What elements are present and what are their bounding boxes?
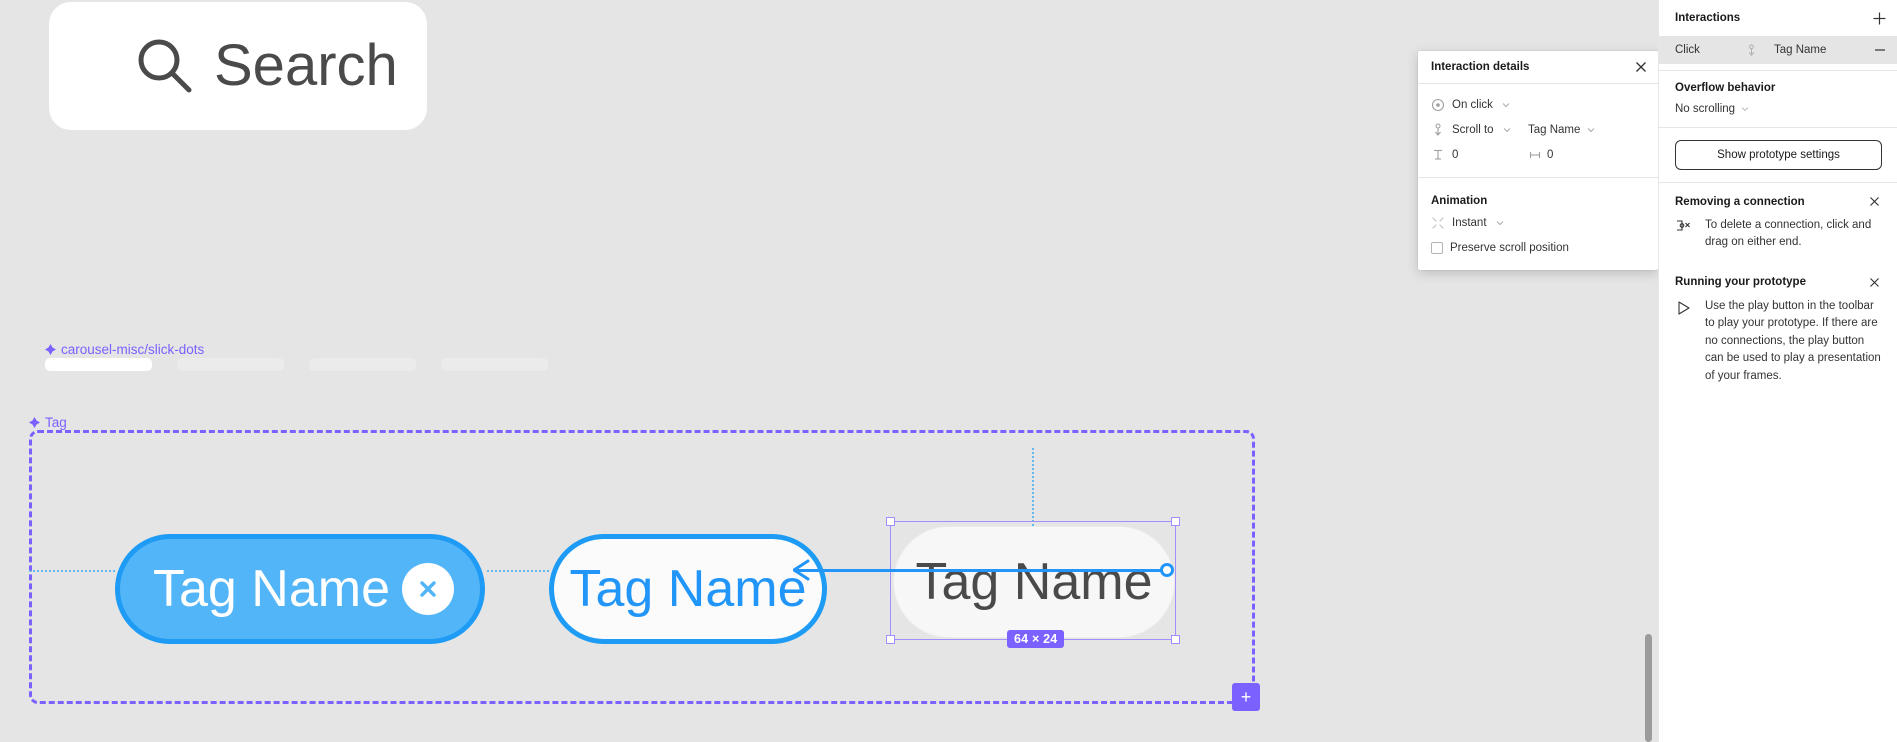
tip-removing-a-connection: Removing a connection To delete a connec… [1659,183,1897,256]
slick-dot-3[interactable] [309,358,416,371]
tip-title: Running your prototype [1675,276,1806,289]
minus-icon[interactable] [1873,43,1887,57]
interaction-details-animation-section: Animation Instant Preserve scroll positi… [1418,178,1658,270]
alignment-guide [29,570,115,572]
preserve-scroll-label: Preserve scroll position [1450,241,1569,254]
chevron-down-icon[interactable] [1502,101,1510,109]
interactions-header: Interactions [1659,0,1897,36]
resize-handle-bottom-right[interactable] [1171,635,1180,644]
interaction-target-label: Tag Name [1774,44,1827,56]
play-icon [1678,301,1690,315]
resize-handle-top-right[interactable] [1171,517,1180,526]
interactions-title: Interactions [1675,12,1741,24]
overflow-behavior-block: Overflow behavior No scrolling [1659,71,1897,128]
close-icon[interactable] [1633,59,1649,75]
search-icon [138,39,192,93]
chevron-down-icon[interactable] [1496,219,1504,227]
component-diamond-icon [45,344,56,355]
horizontal-offset-icon [1529,151,1541,158]
animation-row[interactable]: Instant [1418,210,1658,235]
slick-dot-1[interactable] [45,358,152,371]
search-label: Search [214,33,398,98]
tip-header: Removing a connection [1675,195,1881,208]
preserve-scroll-row[interactable]: Preserve scroll position [1418,235,1658,260]
chevron-down-icon[interactable] [1503,126,1511,134]
action-value: Scroll to [1452,123,1494,136]
trigger-value: On click [1452,98,1493,111]
vertical-offset-value[interactable]: 0 [1452,149,1458,161]
close-icon[interactable] [402,563,454,615]
slick-dots[interactable] [45,358,548,371]
connection-delete-icon [1677,220,1690,231]
animation-icon [1432,216,1444,229]
app-root: Search carousel-misc/slick-dots Tag + Ta… [0,0,1897,742]
trigger-row[interactable]: On click [1418,92,1658,117]
alignment-guide [487,570,549,572]
preserve-scroll-checkbox[interactable] [1431,241,1443,254]
alignment-guide-vertical [1032,448,1034,526]
canvas-vertical-scrollbar[interactable] [1645,634,1652,742]
slick-dot-4[interactable] [441,358,548,371]
tip-title: Removing a connection [1675,195,1805,208]
tip-text: To delete a connection, click and drag o… [1705,219,1872,249]
selection-bounds [886,517,1180,644]
tip-body: Use the play button in the toolbar to pl… [1675,298,1881,385]
design-canvas[interactable]: Search carousel-misc/slick-dots Tag + Ta… [0,0,1658,742]
interaction-trigger-label: Click [1675,44,1700,56]
interaction-details-title: Interaction details [1431,61,1530,73]
tag-label: Tag Name [153,560,390,618]
scroll-to-icon [1748,43,1755,56]
add-variant-button[interactable]: + [1232,683,1260,711]
animation-heading: Animation [1431,195,1488,207]
component-diamond-icon [29,417,40,428]
scroll-to-icon [1435,122,1441,136]
tip-text: Use the play button in the toolbar to pl… [1705,299,1881,382]
resize-handle-top-left[interactable] [886,517,895,526]
horizontal-offset[interactable]: 0 [1528,148,1553,162]
action-row[interactable]: Scroll to Tag Name [1418,117,1658,142]
interaction-details-header: Interaction details [1418,51,1658,84]
tag-label: Tag Name [569,560,807,618]
action-target[interactable]: Tag Name [1528,124,1595,136]
tag-pill-outline[interactable]: Tag Name [549,534,827,644]
chevron-down-icon[interactable] [1587,126,1595,134]
search-component[interactable]: Search [49,2,427,130]
show-prototype-settings-button[interactable]: Show prototype settings [1675,140,1882,170]
right-sidebar: Interactions Click Tag Name Overflow beh… [1658,0,1897,742]
chevron-down-icon[interactable] [1741,105,1749,113]
vertical-offset-icon [1434,149,1442,160]
interaction-list-item[interactable]: Click Tag Name [1659,36,1897,64]
click-target-icon [1431,98,1445,111]
interaction-details-trigger-section: On click Scroll to Tag Name 0 0 [1418,84,1658,178]
interaction-details-panel: Interaction details On click Scroll to T… [1418,51,1658,270]
tag-pill-filled[interactable]: Tag Name [115,534,485,644]
overflow-behavior-value: No scrolling [1675,103,1736,115]
overflow-behavior-title: Overflow behavior [1675,82,1776,94]
action-target-value: Tag Name [1528,123,1581,136]
overflow-behavior-value-row[interactable]: No scrolling [1675,103,1881,115]
horizontal-offset-value[interactable]: 0 [1547,149,1553,161]
tag-component-label[interactable]: Tag [29,415,67,430]
close-icon[interactable] [1868,195,1881,208]
connection-arrow-icon [793,559,810,581]
tip-running-your-prototype: Running your prototype Use the play butt… [1659,256,1897,389]
selection-size-badge: 64 × 24 [1007,630,1065,648]
slick-dot-2[interactable] [177,358,284,371]
offset-row[interactable]: 0 0 [1418,142,1658,167]
connection-endpoint-handle[interactable] [1160,563,1174,577]
carousel-component-label[interactable]: carousel-misc/slick-dots [45,342,204,357]
plus-icon[interactable] [1872,11,1887,26]
tag-component-label-text: Tag [45,415,67,430]
close-icon[interactable] [1868,276,1881,289]
tip-body: To delete a connection, click and drag o… [1675,217,1881,252]
animation-value: Instant [1452,216,1487,229]
carousel-component-label-text: carousel-misc/slick-dots [61,342,205,357]
tip-header: Running your prototype [1675,276,1881,289]
prototype-connection-line[interactable] [795,569,1168,572]
resize-handle-bottom-left[interactable] [886,635,895,644]
